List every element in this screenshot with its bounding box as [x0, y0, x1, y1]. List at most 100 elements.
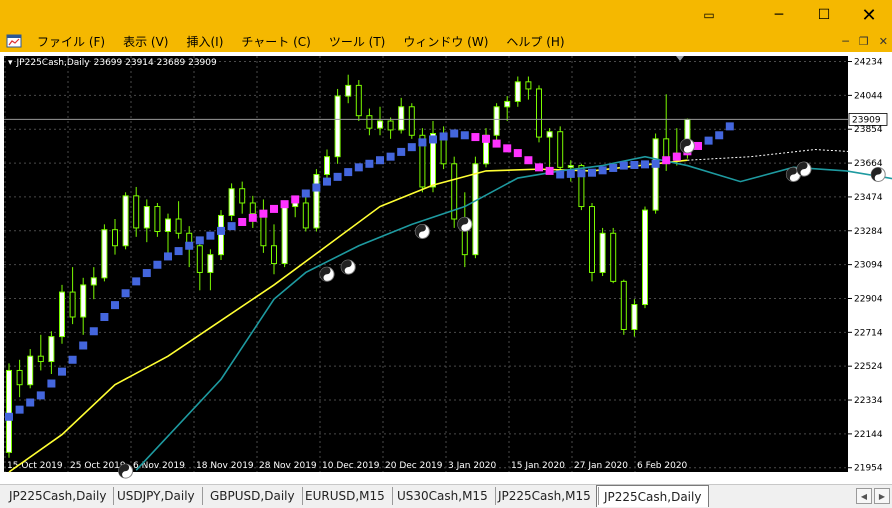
trend-block [630, 160, 639, 169]
dropdown-triangle-icon[interactable]: ▾ [8, 58, 13, 68]
tab-gbpusd-daily[interactable]: GBPUSD,Daily [203, 487, 303, 505]
menu-tools[interactable]: ツール (T) [320, 33, 395, 50]
child-minimize-icon[interactable]: ─ [842, 35, 849, 48]
trend-block [545, 166, 554, 175]
title-bar: ▭ ─ ☐ ✕ [0, 0, 892, 30]
candle-body [567, 165, 574, 168]
trend-block [344, 168, 353, 177]
candle-body [16, 369, 23, 386]
symbol-name: JP225Cash,Daily [16, 58, 90, 68]
chart-window-icon[interactable] [6, 34, 22, 48]
menu-help[interactable]: ヘルプ (H) [497, 33, 573, 50]
candle-body [408, 106, 415, 136]
trend-block [524, 156, 533, 165]
close-button[interactable]: ✕ [846, 0, 892, 30]
menu-chart[interactable]: チャート (C) [232, 33, 319, 50]
trend-block [577, 169, 586, 178]
candle-body [165, 218, 171, 232]
menu-insert[interactable]: 挿入(I) [177, 33, 232, 50]
candle-body [101, 229, 108, 279]
trend-block [503, 144, 512, 153]
trend-block [365, 159, 374, 168]
candle-body [493, 106, 500, 136]
trend-block [15, 405, 24, 414]
menu-file[interactable]: ファイル (F) [28, 33, 114, 50]
maximize-button[interactable]: ☐ [801, 0, 847, 30]
trend-block [79, 341, 88, 350]
candle-body [324, 156, 330, 175]
ohlc-values: 23699 23914 23689 23909 [93, 58, 217, 68]
chart-window[interactable]: 24234 24044 23854 23664 23474 23284 23094 22904… [0, 52, 892, 484]
candle-body [218, 214, 224, 256]
scroll-left-icon[interactable]: ◀ [856, 488, 872, 504]
candle-body [377, 120, 383, 129]
menu-bar: ファイル (F) 表示 (V) 挿入(I) チャート (C) ツール (T) ウ… [0, 30, 892, 52]
y-tick-label: 23474 [854, 193, 883, 203]
trend-block [725, 122, 734, 131]
x-tick-label: 10 Dec 2019 [322, 461, 380, 471]
tab-usdjpy-daily[interactable]: USDJPY,Daily [110, 487, 203, 505]
child-restore-icon[interactable]: ❐ [859, 35, 869, 48]
candle-body [345, 84, 352, 97]
candle-body [228, 188, 235, 216]
trend-block [217, 226, 225, 235]
trend-block [323, 177, 331, 186]
candle-body [59, 291, 65, 338]
chart-tab-bar: JP225Cash,Daily USDJPY,Daily GBPUSD,Dail… [0, 484, 892, 508]
trend-block [662, 156, 671, 165]
candle-body [652, 138, 659, 211]
trend-block [588, 168, 596, 177]
y-tick-label: 24234 [854, 58, 883, 68]
candle-body [239, 188, 246, 204]
minimize-button[interactable]: ─ [756, 0, 802, 30]
candle-body [37, 355, 44, 363]
y-tick-label: 23854 [854, 125, 883, 135]
tab-eurusd-m15[interactable]: EURUSD,M15 [298, 487, 393, 505]
y-tick-label: 21954 [854, 464, 883, 474]
candle-body [196, 245, 203, 273]
trend-block [36, 391, 45, 400]
tab-jp225cash-daily-1[interactable]: JP225Cash,Daily [2, 487, 115, 505]
trend-block [651, 159, 660, 168]
candle-body [281, 206, 288, 265]
candle-body [557, 131, 564, 168]
trend-block [153, 260, 162, 269]
trend-block [291, 195, 300, 204]
candle-body [366, 115, 373, 129]
trend-block [5, 412, 13, 421]
trend-block [619, 161, 628, 170]
trend-block [609, 163, 618, 172]
menu-window[interactable]: ウィンドウ (W) [394, 33, 497, 50]
x-tick-label: 3 Jan 2020 [448, 461, 496, 471]
trend-block [164, 252, 172, 261]
tab-jp225cash-m15[interactable]: JP225Cash,M15 [491, 487, 599, 505]
trend-block [58, 367, 66, 376]
candle-body [610, 232, 617, 282]
trend-block [492, 139, 501, 148]
tab-jp225cash-daily-active[interactable]: JP225Cash,Daily [596, 485, 710, 507]
trend-block [429, 135, 437, 144]
x-tick-label: 27 Jan 2020 [574, 461, 628, 471]
x-tick-label: 6 Feb 2020 [637, 461, 688, 471]
candle-body [143, 206, 150, 229]
trend-block [460, 131, 469, 140]
trend-block [89, 327, 98, 336]
candle-body [260, 213, 267, 247]
trend-block [142, 269, 151, 278]
x-tick-label: 15 Oct 2019 [7, 461, 63, 471]
candle-body [207, 254, 214, 273]
y-tick-label: 22334 [854, 396, 883, 406]
child-close-icon[interactable]: ✕ [879, 35, 888, 48]
scroll-right-icon[interactable]: ▶ [874, 488, 890, 504]
app-switch-icon[interactable]: ▭ [686, 0, 732, 30]
x-tick-label: 25 Oct 2019 [70, 461, 126, 471]
trend-block [482, 134, 490, 143]
trend-block [376, 156, 384, 165]
y-tick-label: 23094 [854, 261, 883, 271]
candle-body [154, 206, 161, 232]
tab-us30cash-m15[interactable]: US30Cash,M15 [390, 487, 496, 505]
price-chart[interactable]: 2423424044238542366423474232842309422904… [0, 52, 892, 484]
trend-block [641, 160, 649, 169]
trend-block [26, 398, 35, 407]
menu-view[interactable]: 表示 (V) [114, 33, 177, 50]
